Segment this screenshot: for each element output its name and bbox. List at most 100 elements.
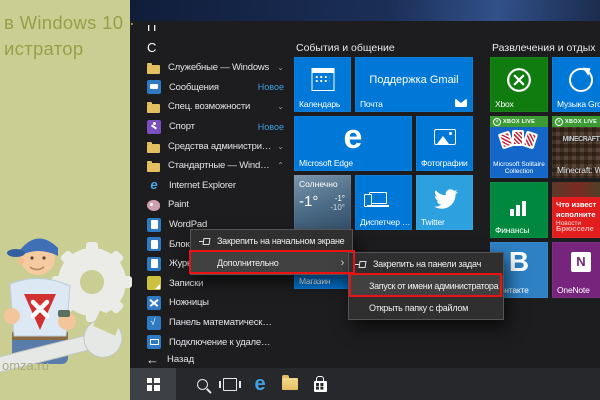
journal-icon [147,257,161,271]
article-title-line1: в Windows 10 · [4,12,135,34]
new-badge: Новое [258,82,284,92]
xbox-live-mini-icon: ✕ [493,118,501,126]
article-title-line2: истратор [4,38,83,60]
edge-logo-icon: e [294,118,412,157]
photos-icon [434,129,456,145]
playing-card-icon [522,131,538,150]
tile-weather[interactable]: Солнечно -1° -1° -10° [294,175,351,230]
menu-item-label: Открыть папку с файлом [369,303,468,313]
app-item-admin-tools[interactable]: Средства администрирован… ⌄ [144,136,286,156]
tile-twitter[interactable]: Twitter [416,175,473,230]
task-view-button[interactable] [218,368,242,400]
xbox-logo-icon [506,67,532,93]
site-watermark: omza.ru [2,358,49,373]
menu-item-open-file-location[interactable]: Открыть папку с файлом [349,297,503,319]
edge-icon: e [254,374,265,394]
notepad-icon [147,237,161,251]
pin-icon [355,260,366,268]
scissors-icon [147,296,161,310]
folder-icon [147,65,160,74]
messaging-icon [147,80,161,94]
tile-phone-companion[interactable]: Диспетчер те… [355,175,412,230]
tile-news[interactable]: Что извест исполните Новости Брюсселе [552,182,600,238]
app-item-math-input[interactable]: Панель математического ввода [144,313,286,333]
taskbar-store-button[interactable] [308,368,332,400]
taskbar-edge-button[interactable]: e [248,368,272,400]
back-button[interactable]: ← Назад [146,352,194,367]
tile-photos[interactable]: Фотографии [416,116,473,171]
tile-mail[interactable]: Поддержка Gmail Почта [355,57,473,112]
app-item-accessibility[interactable]: Спец. возможности ⌄ [144,97,286,117]
pin-icon [199,237,210,245]
paint-icon [147,200,160,211]
tile-finance[interactable]: Финансы [490,182,548,238]
annotation-box-more [189,250,355,274]
math-input-icon [147,316,161,330]
app-item-internet-explorer[interactable]: e Internet Explorer [144,176,286,196]
section-header-entertainment: Развлечения и отдых [492,42,596,54]
xbox-live-banner: ✕ XBOX LIVE [490,116,548,127]
taskbar: e [130,368,600,400]
tile-calendar[interactable]: Календарь [294,57,351,112]
onenote-icon: N [571,252,591,272]
groove-logo-icon [569,68,593,92]
article-panel: в Windows 10 · истратор [0,0,130,400]
chevron-up-icon: ⌃ [277,161,284,170]
menu-item-label: Закрепить на начальном экране [217,236,344,246]
app-item-sport[interactable]: Спорт Новое [144,117,286,137]
folder-icon [147,163,160,172]
app-item-remote-desktop[interactable]: Подключение к удаленному р… [144,332,286,352]
news-photo-thumbnail [552,182,600,197]
tile-onenote[interactable]: N OneNote [552,242,600,298]
index-letter-partial[interactable]: П [147,25,156,35]
xbox-live-mini-icon: ✕ [555,118,563,126]
store-bag-icon [314,381,327,392]
app-item-messaging[interactable]: Сообщения Новое [144,78,286,98]
windows-logo-icon [147,378,160,391]
sport-icon [147,120,161,134]
start-button[interactable] [130,368,176,400]
desktop-wallpaper [130,0,600,21]
taskbar-file-explorer-button[interactable] [278,368,302,400]
tile-edge[interactable]: e Microsoft Edge [294,116,412,171]
chevron-down-icon: ⌄ [277,142,284,151]
tile-xbox[interactable]: Xbox [490,57,548,112]
app-item-snipping-tool[interactable]: Ножницы [144,293,286,313]
tile-minecraft[interactable]: ✕ XBOX LIVE MINECRAFT Minecraft: W [552,116,600,178]
bar-chart-icon [510,209,514,216]
menu-item-label: Закрепить на панели задач [373,259,481,269]
index-letter-c[interactable]: С [147,40,156,55]
back-arrow-icon: ← [146,352,159,367]
app-item-system-windows[interactable]: Служебные — Windows ⌄ [144,58,286,78]
folder-icon [282,378,298,390]
twitter-bird-icon [432,187,458,209]
folder-icon [147,144,160,153]
menu-item-pin-to-taskbar[interactable]: Закрепить на панели задач [349,253,503,275]
internet-explorer-icon: e [147,178,161,192]
screenshot-root: в Windows 10 · истратор [0,0,600,400]
wordpad-icon [147,218,161,232]
tile-groove-music[interactable]: Музыка Gro [552,57,600,112]
app-item-paint[interactable]: Paint [144,195,286,215]
remote-desktop-icon [147,335,161,349]
taskbar-search-button[interactable] [190,368,214,400]
search-icon [197,379,208,390]
app-item-sticky-notes[interactable]: Записки [144,274,286,294]
app-list: Служебные — Windows ⌄ Сообщения Новое Сп… [144,58,286,352]
annotation-box-run-admin [349,273,502,297]
minecraft-logo: MINECRAFT [552,136,600,143]
task-view-icon [223,378,237,391]
chevron-down-icon: ⌄ [277,63,284,72]
folder-icon [147,104,160,113]
sticky-notes-icon [147,276,161,290]
chevron-down-icon: ⌄ [277,102,284,111]
xbox-live-banner: ✕ XBOX LIVE [552,116,600,127]
app-item-accessories[interactable]: Стандартные — Windows ⌃ [144,156,286,176]
devices-icon [369,192,387,204]
tile-solitaire[interactable]: ✕ XBOX LIVE Microsoft Solitaire Collecti… [490,116,548,178]
mail-notification-text: Поддержка Gmail [355,74,473,86]
new-badge: Новое [258,122,284,132]
calendar-icon [311,68,334,91]
menu-item-pin-to-start[interactable]: Закрепить на начальном экране [191,230,352,252]
section-header-communication: События и общение [296,42,395,54]
